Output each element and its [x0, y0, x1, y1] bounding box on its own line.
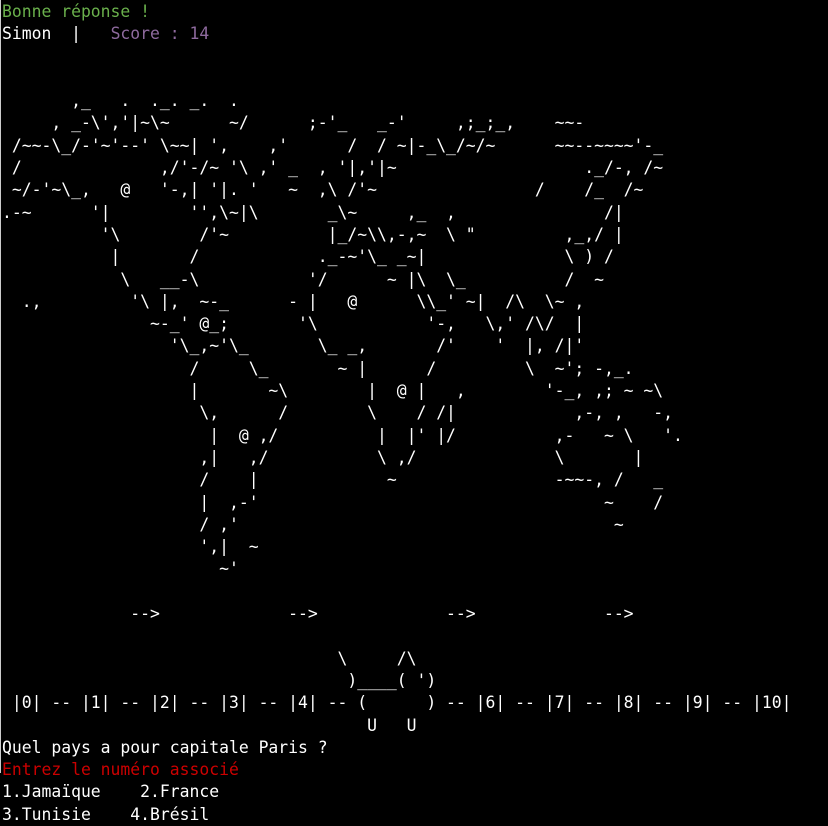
- mascot-middle: )____( '): [2, 670, 437, 690]
- status-message: Bonne réponse !: [2, 2, 151, 21]
- ascii-world-map: ,_ . ._. _. . , _-\','|~\~ ~/ ;-'_ _-' ,…: [2, 91, 683, 579]
- answer-prompt: Entrez le numéro associé: [2, 760, 239, 780]
- mascot-feet: U U: [2, 715, 417, 735]
- mascot-top: \ /\: [2, 648, 417, 668]
- question-text: Quel pays a pour capitale Paris ?: [2, 737, 328, 757]
- answer-options-row-1: 1.Jamaïque 2.France: [2, 782, 220, 802]
- player-name: Simon: [2, 24, 52, 44]
- answer-options-row-2: 3.Tunisie 4.Brésil: [2, 804, 210, 824]
- score-label: Score : 14: [110, 24, 210, 44]
- separator: |: [51, 24, 111, 44]
- terminal-edge: [0, 0, 1, 773]
- timeline-track: |0| -- |1| -- |2| -- |3| -- |4| -- ( ) -…: [2, 693, 792, 713]
- terminal-output: Bonne réponse ! Simon | Score : 14 ,_ . …: [2, 1, 826, 826]
- timeline-gap: [2, 625, 826, 647]
- player-score-line: Simon | Score : 14: [2, 23, 826, 45]
- timeline-arrows: --> --> --> -->: [2, 604, 634, 624]
